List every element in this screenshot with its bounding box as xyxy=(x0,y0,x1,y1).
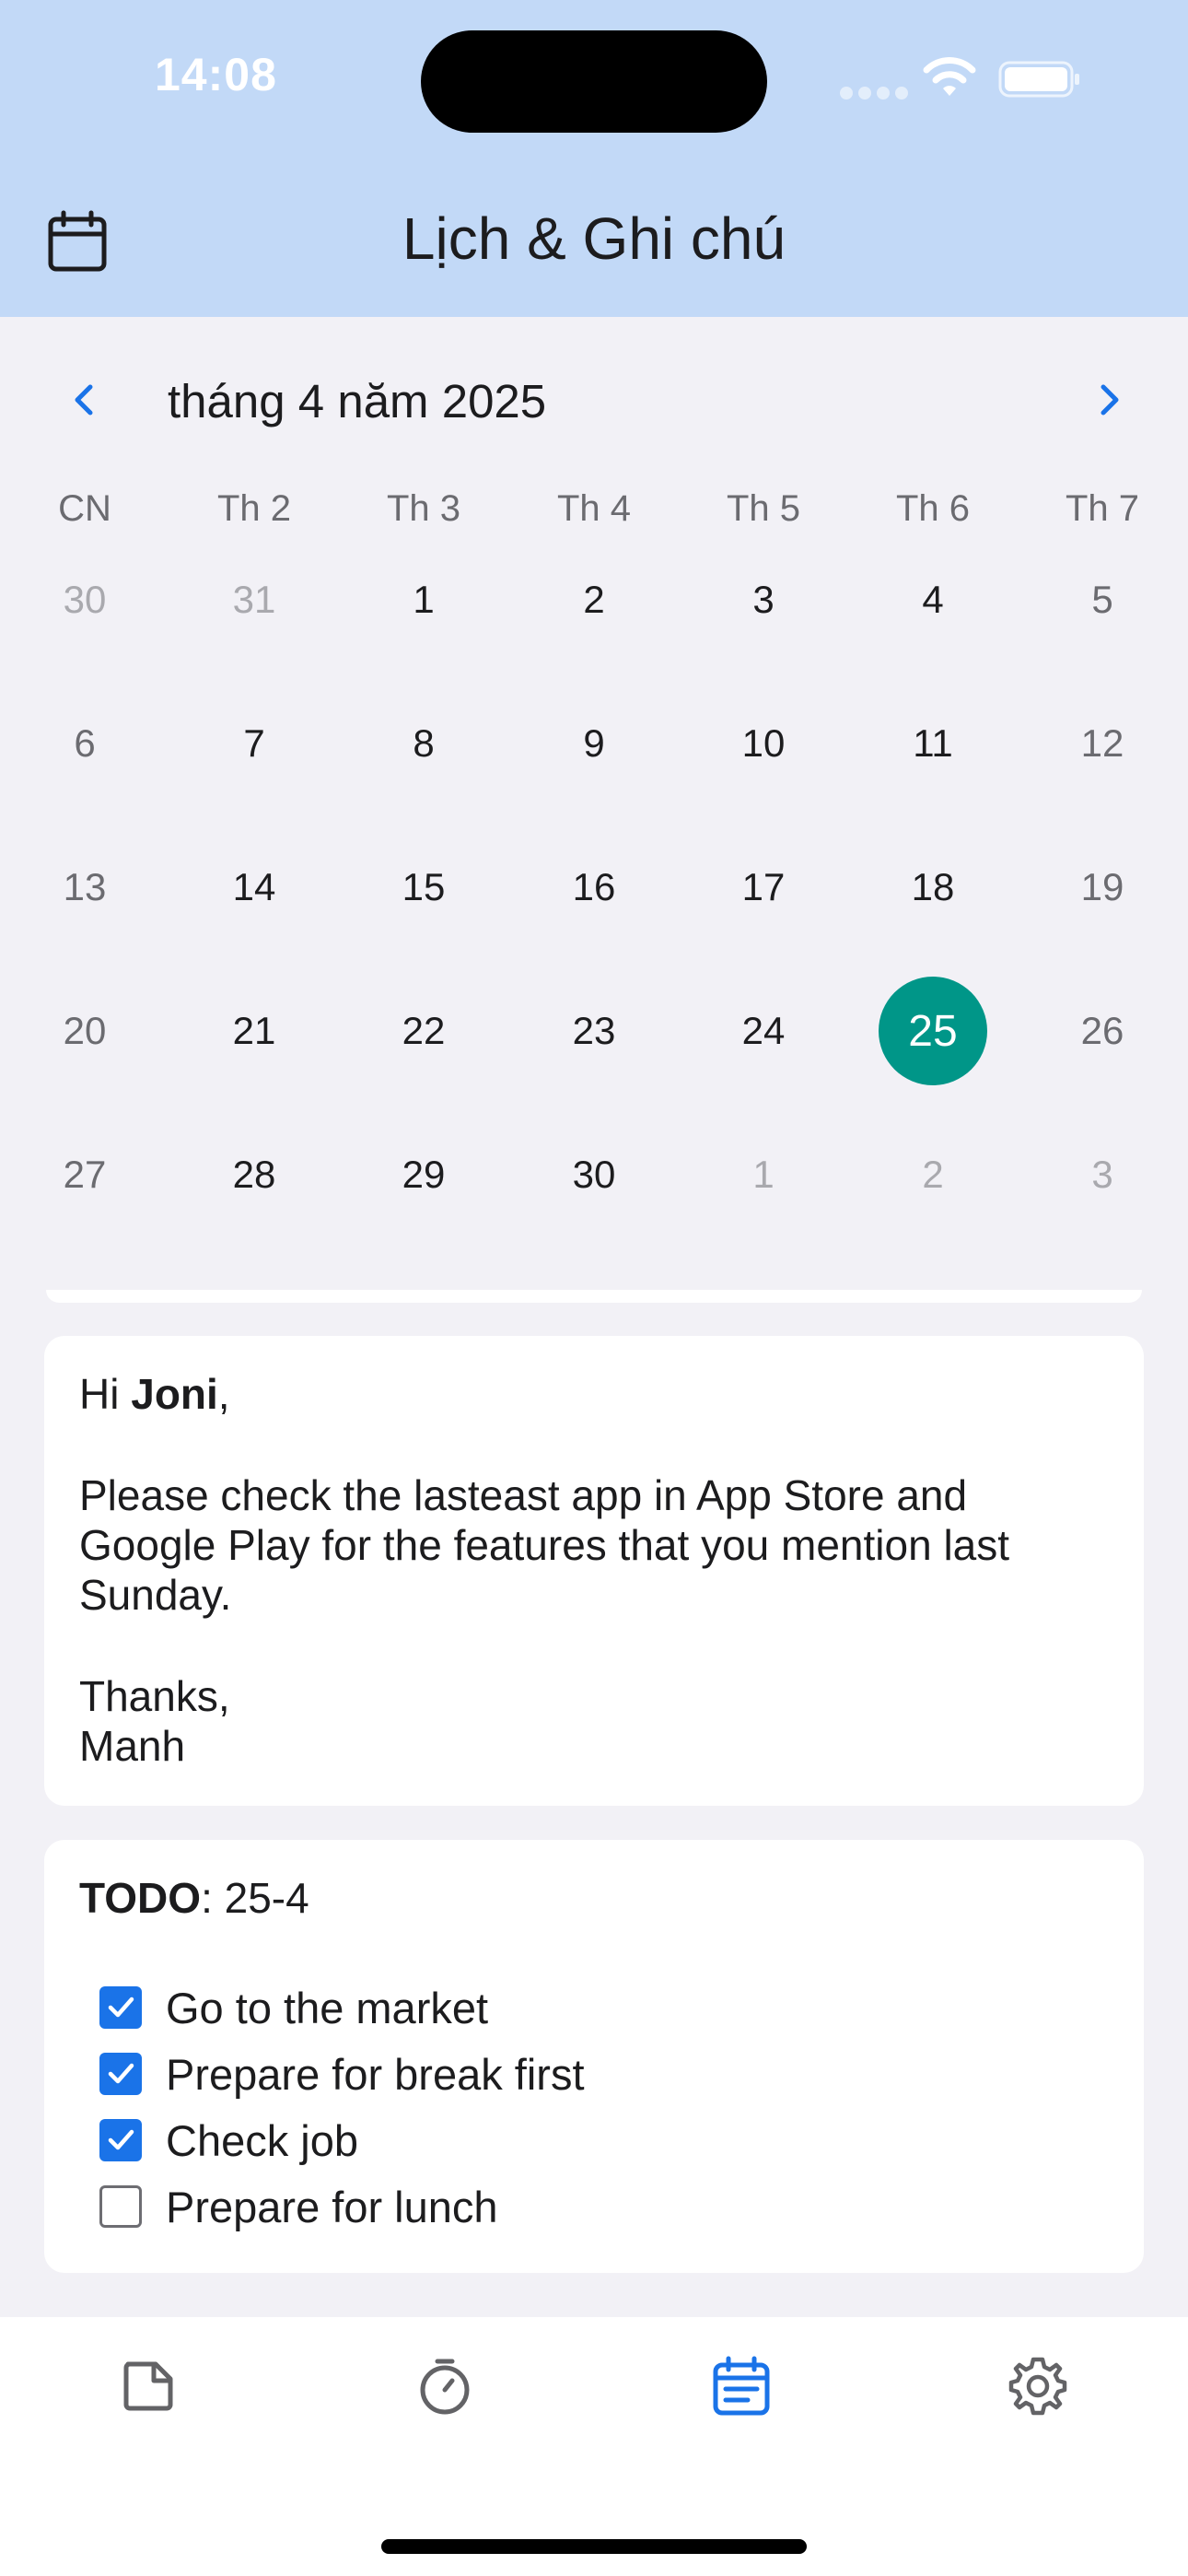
todo-card[interactable]: TODO: 25-4 Go to the market Prepare for … xyxy=(44,1840,1144,2273)
note-signature: Manh xyxy=(79,1722,186,1770)
weekday-label: CN xyxy=(58,488,111,529)
check-icon xyxy=(108,2129,134,2150)
calendar-day[interactable]: 6 xyxy=(11,693,158,794)
status-time: 14:08 xyxy=(155,49,277,100)
weekday-label: Th 2 xyxy=(216,488,292,529)
todo-list: Go to the market Prepare for break first… xyxy=(79,1974,1109,2240)
calendar-day-selected[interactable]: 25 xyxy=(859,977,1007,1085)
tab-calendar[interactable] xyxy=(695,2340,787,2432)
calendar-day[interactable]: 2 xyxy=(859,1124,1007,1225)
note-greeting: Hi Joni, xyxy=(79,1370,230,1418)
todo-label: Prepare for lunch xyxy=(166,2182,498,2231)
calendar-day[interactable]: 26 xyxy=(1029,980,1176,1082)
note-icon xyxy=(123,2361,173,2411)
todo-label: Check job xyxy=(166,2115,358,2165)
calendar-icon xyxy=(713,2356,770,2416)
note-body: Please check the lasteast app in App Sto… xyxy=(79,1471,1010,1619)
battery-icon xyxy=(998,61,1079,98)
calendar-day[interactable]: 30 xyxy=(11,549,158,650)
calendar-day[interactable]: 7 xyxy=(181,693,328,794)
status-icons xyxy=(840,55,1079,101)
calendar-card-edge xyxy=(46,1290,1142,1303)
calendar-day[interactable]: 28 xyxy=(181,1124,328,1225)
calendar-day[interactable]: 11 xyxy=(859,693,1007,794)
calendar-day[interactable]: 18 xyxy=(859,837,1007,938)
check-icon xyxy=(108,2063,134,2084)
weekday-header: CN Th 2 Th 3 Th 4 Th 5 Th 6 Th 7 xyxy=(0,488,1188,534)
home-indicator xyxy=(381,2539,807,2554)
weekday-label: Th 3 xyxy=(386,488,461,529)
calendar-day[interactable]: 30 xyxy=(520,1124,668,1225)
weekday-label: Th 4 xyxy=(556,488,632,529)
calendar-day[interactable]: 13 xyxy=(11,837,158,938)
calendar-day[interactable]: 20 xyxy=(11,980,158,1082)
calendar-day[interactable]: 8 xyxy=(350,693,497,794)
calendar-day[interactable]: 1 xyxy=(350,549,497,650)
calendar-day[interactable]: 16 xyxy=(520,837,668,938)
todo-item[interactable]: Go to the market xyxy=(79,1974,1109,2041)
tab-settings[interactable] xyxy=(992,2340,1084,2432)
tab-notes[interactable] xyxy=(102,2340,194,2432)
calendar-day[interactable]: 17 xyxy=(690,837,837,938)
app-screen: 14:08 Lịch & Ghi chú tháng 4 năm 2025 CN… xyxy=(0,0,1188,2576)
calendar-day[interactable]: 19 xyxy=(1029,837,1176,938)
checkbox[interactable] xyxy=(99,1986,142,2029)
note-card[interactable]: Hi Joni, Please check the lasteast app i… xyxy=(44,1336,1144,1806)
dynamic-island xyxy=(421,30,767,133)
todo-title: TODO: 25-4 xyxy=(79,1874,309,1922)
checkbox[interactable] xyxy=(99,2053,142,2095)
month-label[interactable]: tháng 4 năm 2025 xyxy=(168,374,546,428)
note-content: Hi Joni, Please check the lasteast app i… xyxy=(79,1369,1109,1771)
todo-item[interactable]: Check job xyxy=(79,2107,1109,2173)
calendar-day[interactable]: 22 xyxy=(350,980,497,1082)
calendar-day[interactable]: 23 xyxy=(520,980,668,1082)
calendar-day[interactable]: 24 xyxy=(690,980,837,1082)
timer-icon xyxy=(420,2359,470,2415)
checkbox[interactable] xyxy=(99,2119,142,2161)
note-closing: Thanks, xyxy=(79,1672,230,1720)
chevron-left-icon[interactable] xyxy=(66,381,103,418)
check-icon xyxy=(108,1996,134,2018)
calendar-day[interactable]: 4 xyxy=(859,549,1007,650)
todo-item[interactable]: Prepare for lunch xyxy=(79,2173,1109,2240)
calendar-day[interactable]: 21 xyxy=(181,980,328,1082)
month-navigation: tháng 4 năm 2025 xyxy=(0,369,1188,433)
todo-item[interactable]: Prepare for break first xyxy=(79,2041,1109,2107)
calendar-day[interactable]: 1 xyxy=(690,1124,837,1225)
bottom-tab-bar xyxy=(0,2317,1188,2576)
page-title: Lịch & Ghi chú xyxy=(402,205,786,272)
todo-label: Prepare for break first xyxy=(166,2049,585,2099)
calendar-day[interactable]: 9 xyxy=(520,693,668,794)
calendar-day[interactable]: 3 xyxy=(1029,1124,1176,1225)
calendar-day[interactable]: 31 xyxy=(181,549,328,650)
chevron-right-icon[interactable] xyxy=(1090,381,1127,418)
gear-icon xyxy=(1008,2357,1067,2416)
calendar-day[interactable]: 14 xyxy=(181,837,328,938)
calendar-day[interactable]: 5 xyxy=(1029,549,1176,650)
calendar-day[interactable]: 15 xyxy=(350,837,497,938)
tab-timer[interactable] xyxy=(399,2340,491,2432)
calendar-day[interactable]: 12 xyxy=(1029,693,1176,794)
checkbox[interactable] xyxy=(99,2185,142,2228)
calendar-day[interactable]: 27 xyxy=(11,1124,158,1225)
selected-day-marker: 25 xyxy=(879,977,987,1085)
wifi-icon xyxy=(923,57,976,96)
calendar-day[interactable]: 10 xyxy=(690,693,837,794)
cellular-signal-icon xyxy=(840,87,914,104)
calendar-day[interactable]: 3 xyxy=(690,549,837,650)
weekday-label: Th 6 xyxy=(895,488,971,529)
calendar-day[interactable]: 29 xyxy=(350,1124,497,1225)
app-header: 14:08 Lịch & Ghi chú xyxy=(0,0,1188,317)
weekday-label: Th 5 xyxy=(726,488,801,529)
calendar-day[interactable]: 2 xyxy=(520,549,668,650)
weekday-label: Th 7 xyxy=(1065,488,1140,529)
todo-label: Go to the market xyxy=(166,1983,489,2032)
